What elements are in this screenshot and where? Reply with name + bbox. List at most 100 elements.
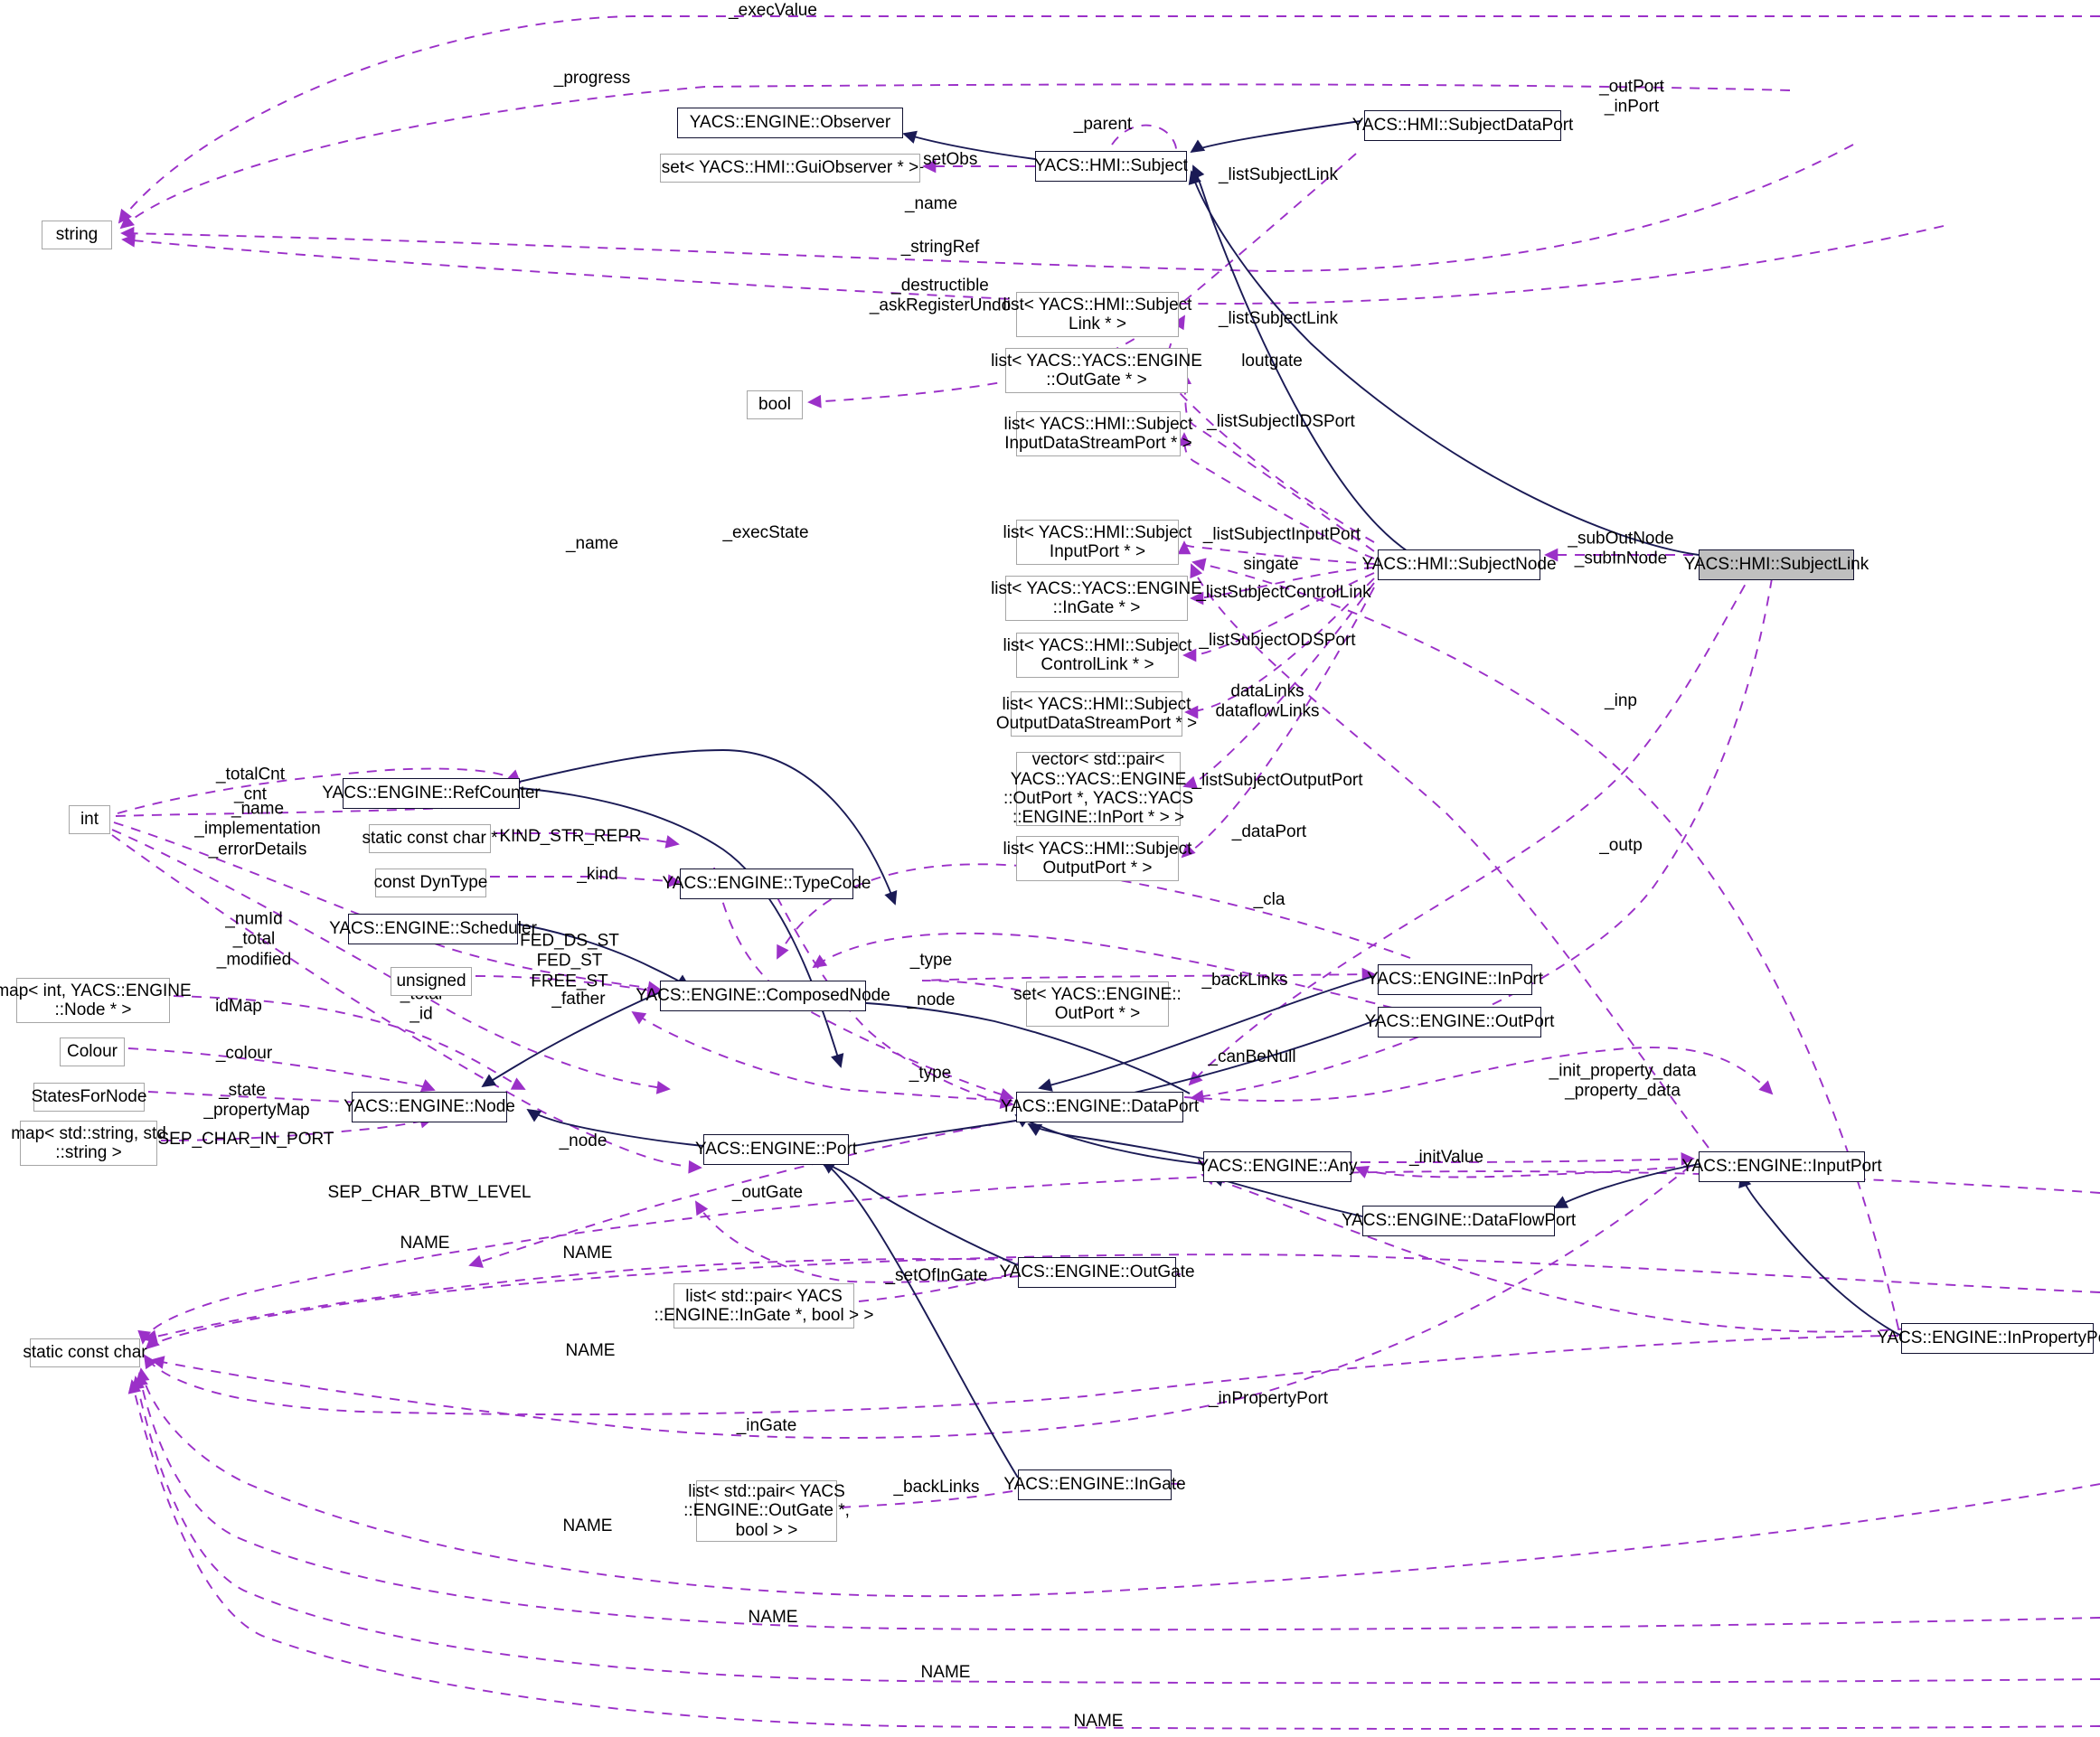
class-node-listoutgate[interactable]: list< YACS::YACS::ENGINE ::OutGate * > (991, 348, 1202, 393)
class-node-subjectlink[interactable]: YACS::HMI::SubjectLink (1684, 549, 1869, 580)
edge-label-outport_inport: _outPort _inPort (1599, 77, 1664, 117)
edge-label-name2: NAME (562, 1243, 613, 1263)
edge-label-type2: _type (909, 1063, 952, 1083)
edge-label-progress: _progress (553, 68, 631, 88)
edge-label-name_mid: _name (565, 533, 619, 553)
edge-label-datalinks: dataLinks dataflowLinks (1215, 681, 1320, 721)
edge-label-outgate_lbl: _outGate (731, 1182, 804, 1202)
class-node-inport[interactable]: YACS::ENGINE::InPort (1367, 964, 1543, 995)
class-node-setoutport[interactable]: set< YACS::ENGINE:: OutPort * > (1013, 981, 1182, 1027)
class-node-outport[interactable]: YACS::ENGINE::OutPort (1365, 1007, 1554, 1038)
edge-label-dataport_lbl: _dataPort (1231, 822, 1307, 841)
class-node-any[interactable]: YACS::ENGINE::Any (1197, 1151, 1358, 1182)
edge-label-name5: NAME (748, 1607, 798, 1627)
edge-label-listsubjoutport: _listSubjectOutputPort (1191, 770, 1363, 790)
class-node-node[interactable]: YACS::ENGINE::Node (344, 1092, 515, 1122)
edge-label-subnodes: _subOutNode _subInNode (1568, 529, 1674, 568)
edge-label-node_lbl1: _node (907, 990, 956, 1009)
edge-label-listsubjctrl: _listSubjectControlLink (1196, 582, 1371, 602)
edge-label-backlinks2: _backLinks (893, 1477, 980, 1497)
edge-label-listsubjidsport: _listSubjectIDSPort (1207, 411, 1355, 431)
class-node-string[interactable]: string (42, 221, 112, 249)
edge-label-father: _father (551, 989, 606, 1009)
class-node-setguiobs[interactable]: set< YACS::HMI::GuiObserver * > (660, 154, 920, 183)
edge-label-execvalue: _execValue (729, 0, 817, 20)
edge-label-stringref: _stringRef (900, 237, 980, 257)
edge-label-numid: _numId _total _modified (216, 909, 292, 970)
edge-label-state: _state (219, 1080, 266, 1100)
class-node-ingate[interactable]: YACS::ENGINE::InGate (1003, 1469, 1186, 1500)
class-node-colour[interactable]: Colour (60, 1038, 125, 1066)
edge-label-name6: NAME (920, 1662, 971, 1682)
class-node-subjectdataport[interactable]: YACS::HMI::SubjectDataPort (1352, 110, 1573, 141)
class-node-listsubjlink[interactable]: list< YACS::HMI::Subject Link * > (1003, 292, 1191, 337)
edge-label-sepcharinport: SEP_CHAR_IN_PORT (157, 1129, 334, 1149)
class-node-refcounter[interactable]: YACS::ENGINE::RefCounter (322, 778, 541, 809)
edge-label-destructible: _destructible _askRegisterUndo (869, 276, 1012, 315)
edge-label-name4: NAME (562, 1516, 613, 1535)
edge-label-outp: _outp (1599, 835, 1643, 855)
class-node-listingate[interactable]: list< YACS::YACS::ENGINE ::InGate * > (991, 576, 1202, 621)
edge-label-inp: _inp (1605, 690, 1637, 710)
edge-label-name3: NAME (565, 1340, 616, 1360)
class-node-scheduler[interactable]: YACS::ENGINE::Scheduler (329, 914, 537, 944)
edge-label-kind: _kind (577, 864, 618, 884)
edge-label-sepcharbtw: SEP_CHAR_BTW_LEVEL (327, 1182, 532, 1202)
edge-label-setobs: _setObs (913, 149, 978, 169)
edge-label-propertymap: _propertyMap (203, 1100, 310, 1120)
class-node-statesfornode[interactable]: StatesForNode (32, 1083, 146, 1112)
class-node-port[interactable]: YACS::ENGINE::Port (695, 1134, 857, 1165)
class-node-listsubjidsport[interactable]: list< YACS::HMI::Subject InputDataStream… (1004, 411, 1192, 456)
class-node-subjectnode[interactable]: YACS::HMI::SubjectNode (1361, 549, 1557, 580)
class-node-subject[interactable]: YACS::HMI::Subject (1034, 151, 1188, 182)
class-node-listsubjodsport[interactable]: list< YACS::HMI::Subject OutputDataStrea… (996, 691, 1197, 737)
edge-label-name_impl: _name _implementation _errorDetails (194, 799, 321, 859)
edge-label-type1: _type (909, 950, 953, 970)
edge-label-idmap: idMap (215, 996, 262, 1016)
class-node-staticconstchar[interactable]: static const char (23, 1338, 147, 1367)
edge-label-listsubjectlink2: _listSubjectLink (1218, 308, 1339, 328)
edge-label-canbenull: _canBeNull (1208, 1047, 1296, 1066)
class-node-dataport[interactable]: YACS::ENGINE::DataPort (1001, 1092, 1199, 1122)
edge-label-listsubjectlink1: _listSubjectLink (1218, 164, 1339, 184)
edge-label-inpropertyport: _inPropertyPort (1208, 1388, 1329, 1408)
edge-label-name1: NAME (400, 1233, 450, 1253)
edge-label-name_top: _name (904, 193, 958, 213)
edge-label-initprop: _init_property_data _property_data (1549, 1061, 1697, 1101)
class-node-inputport[interactable]: YACS::ENGINE::InputPort (1681, 1151, 1882, 1182)
edge-label-colour_lbl: _colour (215, 1043, 273, 1063)
edge-label-listsubjods: _listSubjectODSPort (1199, 630, 1356, 650)
class-node-outgate[interactable]: YACS::ENGINE::OutGate (999, 1257, 1195, 1288)
edge-label-kindstrrepr: KIND_STR_REPR (499, 826, 642, 846)
edge-label-listsubjinput: _listSubjectInputPort (1202, 524, 1361, 544)
class-node-observer[interactable]: YACS::ENGINE::Observer (677, 108, 903, 138)
class-node-unsigned[interactable]: unsigned (391, 967, 472, 996)
class-node-listsubjinputport[interactable]: list< YACS::HMI::Subject InputPort * > (1003, 520, 1191, 565)
class-node-listpairingate[interactable]: list< std::pair< YACS ::ENGINE::InGate *… (654, 1283, 873, 1329)
class-node-listpairoutgate[interactable]: list< std::pair< YACS ::ENGINE::OutGate … (683, 1480, 850, 1542)
edge-label-fedds: FED_DS_ST FED_ST FREE_ST (520, 931, 619, 991)
class-node-inpropertyport[interactable]: YACS::ENGINE::InPropertyPort (1877, 1323, 2100, 1354)
edge-label-cla: _cla (1253, 889, 1285, 909)
class-node-dataflowport[interactable]: YACS::ENGINE::DataFlowPort (1342, 1206, 1576, 1236)
class-node-composednode[interactable]: YACS::ENGINE::ComposedNode (636, 981, 890, 1011)
class-node-mapstrstr[interactable]: map< std::string, std ::string > (11, 1121, 166, 1166)
collaboration-diagram: string YACS::ENGINE::Observerset< YACS::H… (0, 0, 2100, 1737)
class-node-typecode[interactable]: YACS::ENGINE::TypeCode (663, 868, 871, 899)
edge-label-backlinks1: _backLinks (1201, 970, 1288, 990)
edge-label-parent: _parent (1073, 114, 1133, 134)
class-node-int[interactable]: int (69, 805, 110, 834)
edge-label-singate: singate (1243, 554, 1299, 574)
class-node-listsubjctrllink[interactable]: list< YACS::HMI::Subject ControlLink * > (1003, 633, 1191, 678)
edge-label-loutgate: loutgate (1241, 351, 1303, 371)
edge-label-initvalue: _initValue (1408, 1147, 1484, 1167)
class-node-constdyntype[interactable]: const DynType (374, 868, 487, 897)
class-node-bool[interactable]: bool (747, 390, 803, 419)
class-node-listsubjoutport[interactable]: list< YACS::HMI::Subject OutputPort * > (1003, 836, 1191, 881)
class-node-staticcharptr[interactable]: static const char * (363, 824, 497, 853)
class-node-mapintnode[interactable]: map< int, YACS::ENGINE ::Node * > (0, 978, 192, 1023)
edge-label-ingate_lbl: _inGate (736, 1415, 797, 1435)
edge-label-node_lbl2: _node (559, 1131, 607, 1150)
edge-label-name7: NAME (1073, 1711, 1124, 1731)
class-node-vecpair[interactable]: vector< std::pair< YACS::YACS::ENGINE ::… (1003, 750, 1193, 827)
